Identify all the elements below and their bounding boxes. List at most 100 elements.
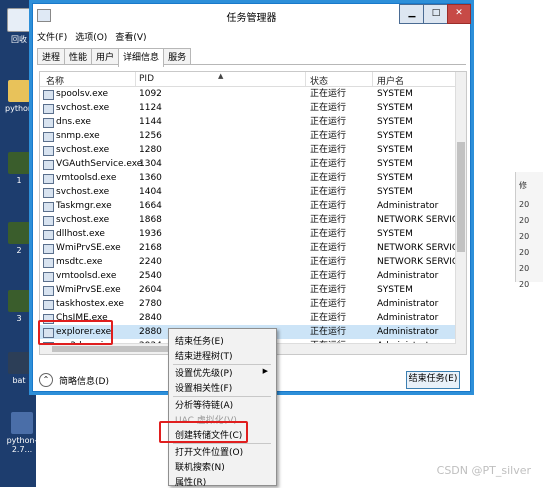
table-row[interactable]: dllhost.exe 1936 正在运行 SYSTEM bbox=[40, 227, 456, 241]
background-date-text: 20 bbox=[519, 248, 530, 257]
menu-item-properties[interactable]: 属性(R) bbox=[175, 475, 206, 488]
pid-cell: 1868 bbox=[139, 215, 162, 225]
table-row[interactable]: WmiPrvSE.exe 2604 正在运行 SYSTEM bbox=[40, 283, 456, 297]
process-name-cell: dllhost.exe bbox=[56, 229, 105, 239]
table-row[interactable]: svchost.exe 1404 正在运行 SYSTEM bbox=[40, 185, 456, 199]
table-row[interactable]: msdtc.exe 2240 正在运行 NETWORK SERVICE bbox=[40, 255, 464, 269]
pid-cell: 2540 bbox=[139, 271, 162, 281]
menu-item-end-process-tree[interactable]: 结束进程树(T) bbox=[175, 349, 233, 362]
table-body: spoolsv.exe 1092 正在运行 SYSTEM svchost.exe 1124… bbox=[40, 87, 464, 353]
menu-item-open-file-location[interactable]: 打开文件位置(O) bbox=[175, 445, 243, 458]
process-name-cell: svchost.exe bbox=[56, 187, 110, 197]
column-divider[interactable] bbox=[135, 72, 136, 86]
pid-cell: 1124 bbox=[139, 103, 162, 113]
process-name-cell: dns.exe bbox=[56, 117, 91, 127]
table-row[interactable]: spoolsv.exe 1092 正在运行 SYSTEM bbox=[40, 87, 456, 101]
status-cell: 正在运行 bbox=[310, 201, 347, 211]
username-cell: SYSTEM bbox=[377, 285, 413, 295]
username-cell: Administrator bbox=[377, 201, 439, 211]
table-row[interactable]: svchost.exe 1124 正在运行 SYSTEM bbox=[40, 101, 456, 115]
dump-file-highlight-box bbox=[159, 421, 248, 443]
menu-view[interactable]: 查看(V) bbox=[115, 30, 146, 44]
menu-separator bbox=[173, 443, 271, 444]
table-row[interactable]: WmiPrvSE.exe 2168 正在运行 NETWORK SERVICE bbox=[40, 241, 464, 255]
vertical-scrollbar[interactable] bbox=[455, 72, 466, 354]
menu-item-analyze-wait-chain[interactable]: 分析等待链(A) bbox=[175, 398, 233, 411]
recycle-bin-icon[interactable]: 回收 bbox=[2, 8, 36, 45]
username-cell: NETWORK SERVICE bbox=[377, 243, 464, 253]
explorer-highlight-box bbox=[38, 320, 113, 345]
status-cell: 正在运行 bbox=[310, 243, 347, 253]
menu-file[interactable]: 文件(F) bbox=[37, 30, 67, 44]
tab-users[interactable]: 用户 bbox=[91, 48, 120, 64]
process-name-cell: svchost.exe bbox=[56, 145, 110, 155]
table-row[interactable]: vmtoolsd.exe 1360 正在运行 SYSTEM bbox=[40, 171, 456, 185]
table-row[interactable]: vmtoolsd.exe 2540 正在运行 Administrator bbox=[40, 269, 456, 283]
network-icon[interactable]: 2 bbox=[2, 222, 36, 255]
fewer-details-link[interactable]: 简略信息(D) bbox=[59, 374, 109, 387]
process-name-cell: vmtoolsd.exe bbox=[56, 271, 117, 281]
column-header-status[interactable]: 状态 bbox=[310, 74, 328, 87]
tab-processes[interactable]: 进程 bbox=[37, 48, 66, 64]
table-row[interactable]: Taskmgr.exe 1664 正在运行 Administrator bbox=[40, 199, 456, 213]
table-row[interactable]: svchost.exe 1280 正在运行 SYSTEM bbox=[40, 143, 456, 157]
maximize-button[interactable]: □ bbox=[423, 4, 449, 24]
column-divider[interactable] bbox=[305, 72, 306, 86]
desktop-icon-label: 3 bbox=[16, 314, 22, 323]
title-bar[interactable]: 任务管理器 ▁ □ ✕ bbox=[33, 4, 471, 26]
table-row[interactable]: taskhostex.exe 2780 正在运行 Administrator bbox=[40, 297, 456, 311]
tab-divider bbox=[37, 64, 466, 65]
network-icon[interactable]: 3 bbox=[2, 290, 36, 323]
desktop-icon-label: 回收 bbox=[11, 35, 27, 44]
python-installer-icon[interactable]: python-2.7... bbox=[2, 412, 42, 454]
column-header-pid[interactable]: PID bbox=[139, 74, 154, 84]
menu-item-set-affinity[interactable]: 设置相关性(F) bbox=[175, 381, 232, 394]
column-header-name[interactable]: 名称 bbox=[46, 74, 64, 87]
process-icon bbox=[43, 202, 54, 212]
table-row[interactable]: svchost.exe 1868 正在运行 NETWORK SERVICE bbox=[40, 213, 464, 227]
menu-options[interactable]: 选项(O) bbox=[75, 30, 107, 44]
username-cell: SYSTEM bbox=[377, 145, 413, 155]
tab-performance[interactable]: 性能 bbox=[64, 48, 93, 64]
table-row[interactable]: dns.exe 1144 正在运行 SYSTEM bbox=[40, 115, 456, 129]
pid-cell: 1144 bbox=[139, 117, 162, 127]
process-icon bbox=[43, 146, 54, 156]
table-row[interactable]: VGAuthService.exe 1304 正在运行 SYSTEM bbox=[40, 157, 456, 171]
chevron-up-icon[interactable]: ⌃ bbox=[39, 373, 53, 387]
username-cell: Administrator bbox=[377, 313, 439, 323]
network-icon[interactable]: 1 bbox=[2, 152, 36, 185]
tab-services[interactable]: 服务 bbox=[163, 48, 192, 64]
scrollbar-thumb[interactable] bbox=[457, 142, 465, 252]
username-cell: SYSTEM bbox=[377, 103, 413, 113]
process-name-cell: svchost.exe bbox=[56, 215, 110, 225]
menu-item-end-task[interactable]: 结束任务(E) bbox=[175, 334, 224, 347]
status-cell: 正在运行 bbox=[310, 173, 347, 183]
column-divider[interactable] bbox=[372, 72, 373, 86]
process-name-cell: vmtoolsd.exe bbox=[56, 173, 117, 183]
process-icon bbox=[43, 244, 54, 254]
close-button[interactable]: ✕ bbox=[447, 4, 471, 24]
end-task-button[interactable]: 结束任务(E) bbox=[406, 371, 460, 389]
process-icon bbox=[43, 300, 54, 310]
username-cell: SYSTEM bbox=[377, 187, 413, 197]
tab-details[interactable]: 详细信息 bbox=[118, 48, 165, 67]
tab-bar: 进程 性能 用户 详细信息 服务 bbox=[37, 48, 192, 67]
column-header-username[interactable]: 用户名 bbox=[377, 74, 404, 87]
folder-icon[interactable]: python bbox=[2, 80, 36, 113]
username-cell: SYSTEM bbox=[377, 229, 413, 239]
table-row[interactable]: snmp.exe 1256 正在运行 SYSTEM bbox=[40, 129, 456, 143]
username-cell: Administrator bbox=[377, 271, 439, 281]
batch-file-icon[interactable]: bat bbox=[2, 352, 36, 385]
status-cell: 正在运行 bbox=[310, 229, 347, 239]
process-name-cell: taskhostex.exe bbox=[56, 299, 124, 309]
desktop-icon-label: 2 bbox=[16, 246, 22, 255]
desktop-icon-label: 1 bbox=[16, 176, 22, 185]
process-icon bbox=[43, 104, 54, 114]
minimize-button[interactable]: ▁ bbox=[399, 4, 425, 24]
pid-cell: 1256 bbox=[139, 131, 162, 141]
pid-cell: 2840 bbox=[139, 313, 162, 323]
status-cell: 正在运行 bbox=[310, 327, 347, 337]
pid-cell: 1360 bbox=[139, 173, 162, 183]
menu-item-search-online[interactable]: 联机搜索(N) bbox=[175, 460, 225, 473]
menu-item-set-priority[interactable]: 设置优先级(P) bbox=[175, 366, 232, 379]
